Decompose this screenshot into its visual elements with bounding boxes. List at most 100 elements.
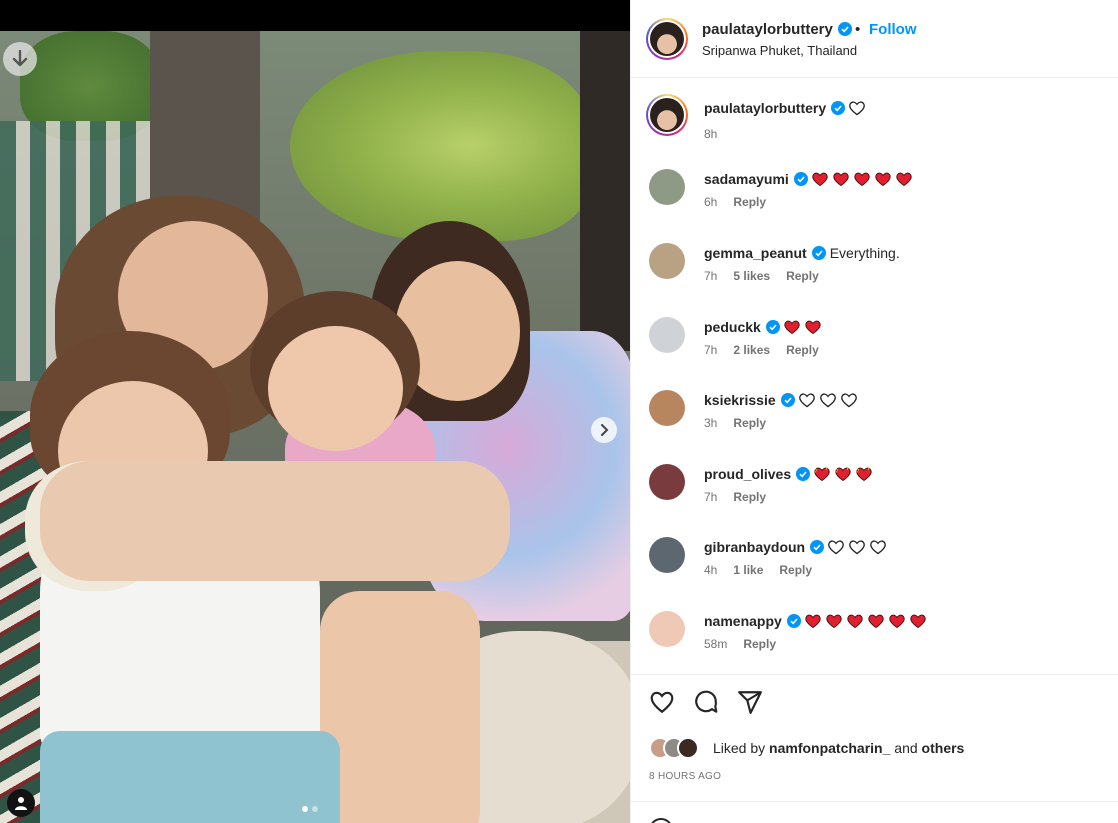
download-button[interactable] xyxy=(3,42,37,76)
commenter-avatar[interactable] xyxy=(649,243,685,279)
red-heart-icon xyxy=(910,614,926,629)
comment-time[interactable]: 7h xyxy=(704,343,717,357)
sparkling-heart-icon xyxy=(835,467,851,482)
post-sidebar: paulataylorbuttery • Follow Sripanwa Phu… xyxy=(630,0,1118,823)
post-actions: Liked by namfonpatcharin_ and others 8 H… xyxy=(631,674,1118,801)
download-arrow-icon xyxy=(12,50,28,67)
red-heart-icon xyxy=(854,172,870,187)
comment-likes[interactable]: 5 likes xyxy=(733,269,770,283)
red-heart-icon xyxy=(896,172,912,187)
reply-button[interactable]: Reply xyxy=(786,343,819,357)
red-heart-icon xyxy=(812,172,828,187)
header-separator: • xyxy=(855,21,861,38)
sparkling-heart-icon xyxy=(856,467,872,482)
comment-row: gemma_peanut Everything. 7h 5 likes Reply xyxy=(631,240,1118,310)
likes-summary: Liked by namfonpatcharin_ and others xyxy=(649,737,964,759)
commenter-username[interactable]: gemma_peanut xyxy=(704,245,807,261)
emoji-icon[interactable] xyxy=(649,818,673,823)
tagged-users-button[interactable] xyxy=(7,789,35,817)
commenter-avatar[interactable] xyxy=(649,169,685,205)
caption-username[interactable]: paulataylorbuttery xyxy=(704,100,826,116)
comment-likes[interactable]: 1 like xyxy=(733,563,763,577)
verified-badge-icon xyxy=(810,540,825,554)
verified-badge-icon xyxy=(786,614,801,628)
liked-by-avatars[interactable] xyxy=(649,737,707,759)
comment-time[interactable]: 4h xyxy=(704,563,717,577)
red-heart-icon xyxy=(889,614,905,629)
comment-time[interactable]: 7h xyxy=(704,490,717,504)
author-username[interactable]: paulataylorbuttery xyxy=(702,21,852,38)
add-comment-bar[interactable] xyxy=(631,801,1118,823)
white-heart-icon xyxy=(798,393,815,408)
caption-time: 8h xyxy=(704,127,718,141)
verified-badge-icon xyxy=(765,320,780,334)
next-slide-button[interactable] xyxy=(591,417,617,443)
comment-time[interactable]: 3h xyxy=(704,416,717,430)
chevron-right-icon xyxy=(601,424,609,436)
comment-row: peduckk 7h 2 likes Reply xyxy=(631,314,1118,384)
comment-time[interactable]: 7h xyxy=(704,269,717,283)
comment-button[interactable] xyxy=(693,689,719,715)
reply-button[interactable]: Reply xyxy=(733,416,766,430)
commenter-username[interactable]: sadamayumi xyxy=(704,171,789,187)
liked-by-user[interactable]: namfonpatcharin_ xyxy=(769,740,890,756)
paper-plane-icon xyxy=(738,691,762,714)
post-timestamp[interactable]: 8 HOURS AGO xyxy=(649,771,721,782)
commenter-username[interactable]: peduckk xyxy=(704,319,761,335)
white-heart-icon xyxy=(849,101,865,116)
verified-badge-icon xyxy=(837,22,852,36)
reply-button[interactable]: Reply xyxy=(779,563,812,577)
red-heart-icon xyxy=(805,320,821,335)
comment-text: Everything. xyxy=(829,245,900,261)
white-heart-icon xyxy=(840,393,857,408)
comment-likes[interactable]: 2 likes xyxy=(733,343,770,357)
verified-badge-icon xyxy=(793,172,808,186)
red-heart-icon xyxy=(826,614,842,629)
commenter-username[interactable]: ksiekrissie xyxy=(704,392,776,408)
reply-button[interactable]: Reply xyxy=(733,195,766,209)
share-button[interactable] xyxy=(737,689,763,715)
red-heart-icon xyxy=(805,614,821,629)
commenter-username[interactable]: gibranbaydoun xyxy=(704,539,805,555)
sparkling-heart-icon xyxy=(814,467,830,482)
user-tag-icon xyxy=(15,797,27,810)
like-button[interactable] xyxy=(649,689,675,715)
comment-row: ksiekrissie 3h Reply xyxy=(631,387,1118,457)
comments-list[interactable]: paulataylorbuttery 8h sadamayumi 6h Reply g… xyxy=(631,78,1118,674)
comment-bubble-icon xyxy=(695,690,718,713)
comment-time[interactable]: 6h xyxy=(704,195,717,209)
reply-button[interactable]: Reply xyxy=(743,637,776,651)
carousel-indicator xyxy=(302,806,318,812)
commenter-avatar[interactable] xyxy=(649,464,685,500)
reply-button[interactable]: Reply xyxy=(733,490,766,504)
heart-outline-icon xyxy=(650,691,674,714)
commenter-avatar[interactable] xyxy=(649,611,685,647)
liked-by-prefix: Liked by xyxy=(713,740,766,756)
commenter-username[interactable]: namenappy xyxy=(704,613,782,629)
comment-row: gibranbaydoun 4h 1 like Reply xyxy=(631,534,1118,604)
reply-button[interactable]: Reply xyxy=(786,269,819,283)
white-heart-icon xyxy=(870,540,886,555)
liked-by-others[interactable]: others xyxy=(922,740,965,756)
white-heart-icon xyxy=(819,393,836,408)
red-heart-icon xyxy=(847,614,863,629)
commenter-avatar[interactable] xyxy=(649,537,685,573)
author-avatar[interactable] xyxy=(646,18,688,60)
red-heart-icon xyxy=(868,614,884,629)
carousel-dot-active xyxy=(302,806,308,812)
post-media xyxy=(0,0,630,823)
post-photo xyxy=(0,31,630,823)
commenter-username[interactable]: proud_olives xyxy=(704,466,791,482)
white-heart-icon xyxy=(828,540,844,555)
post-header: paulataylorbuttery • Follow Sripanwa Phu… xyxy=(631,0,1118,78)
verified-badge-icon xyxy=(811,246,826,260)
caption-avatar[interactable] xyxy=(646,94,688,136)
commenter-avatar[interactable] xyxy=(649,390,685,426)
commenter-avatar[interactable] xyxy=(649,317,685,353)
caption: paulataylorbuttery 8h xyxy=(631,94,1118,164)
white-heart-icon xyxy=(849,540,865,555)
comment-time[interactable]: 58m xyxy=(704,637,727,651)
follow-button[interactable]: Follow xyxy=(869,21,917,38)
carousel-dot xyxy=(312,806,318,812)
post-location[interactable]: Sripanwa Phuket, Thailand xyxy=(702,43,857,58)
